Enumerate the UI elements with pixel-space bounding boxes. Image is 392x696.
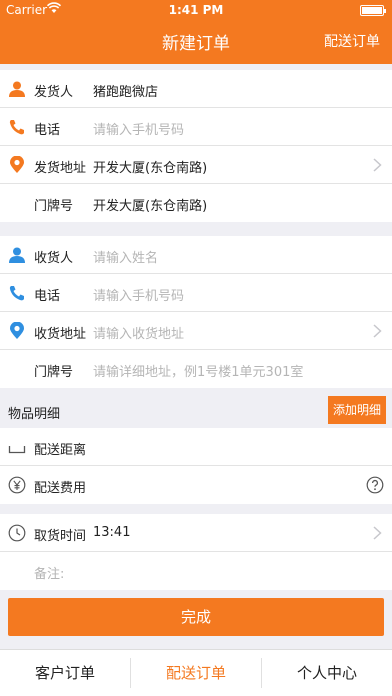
sender-address-row[interactable]: 发货地址 开发大厦(东仓南路) [0, 146, 392, 184]
receiver-phone-input[interactable]: 请输入手机号码 [93, 285, 184, 304]
person-icon [9, 81, 25, 97]
receiver-door-input[interactable]: 请输详细地址，例1号楼1单元301室 [93, 361, 303, 380]
sender-name-row[interactable]: 发货人 猪跑跑微店 [0, 70, 392, 108]
phone-icon [9, 286, 24, 301]
sender-phone-label: 电话 [34, 123, 61, 138]
receiver-door-label: 门牌号 [34, 365, 74, 380]
receiver-section: 收货人 请输入姓名 电话 请输入手机号码 收货地址 请输入收货地址 门牌号 请输… [0, 236, 392, 388]
ruler-icon [8, 446, 26, 454]
chevron-right-icon [373, 526, 382, 540]
sender-name-value[interactable]: 猪跑跑微店 [93, 81, 158, 100]
pickup-time-row[interactable]: 取货时间 13:41 [0, 514, 392, 552]
status-time: 1:41 PM [168, 3, 224, 17]
tab-delivery-orders[interactable]: 配送订单 [131, 650, 261, 696]
receiver-phone-row[interactable]: 电话 请输入手机号码 [0, 274, 392, 312]
chevron-right-icon [373, 324, 382, 338]
tab-personal-center[interactable]: 个人中心 [262, 650, 392, 696]
delivery-fee-label: 配送费用 [34, 481, 87, 496]
receiver-name-input[interactable]: 请输入姓名 [93, 247, 158, 266]
sender-name-label: 发货人 [34, 85, 74, 100]
status-bar: Carrier 1:41 PM [0, 0, 392, 20]
top-bar: Carrier 1:41 PM 新建订单 配送订单 [0, 0, 392, 64]
battery-icon [360, 5, 386, 16]
delivery-fee-row: 配送费用 [0, 466, 392, 504]
receiver-phone-label: 电话 [34, 289, 61, 304]
sender-address-value[interactable]: 开发大厦(东仓南路) [93, 157, 207, 176]
location-pin-icon [10, 322, 24, 339]
sender-section: 发货人 猪跑跑微店 电话 请输入手机号码 发货地址 开发大厦(东仓南路) 门牌号… [0, 70, 392, 222]
delivery-orders-nav-button[interactable]: 配送订单 [324, 31, 380, 51]
add-items-button[interactable]: 添加明细 [328, 396, 386, 424]
sender-phone-input[interactable]: 请输入手机号码 [93, 119, 184, 138]
items-title: 物品明细 [8, 407, 61, 422]
receiver-name-label: 收货人 [34, 251, 74, 266]
sender-door-value[interactable]: 开发大厦(东仓南路) [93, 195, 207, 214]
receiver-name-row[interactable]: 收货人 请输入姓名 [0, 236, 392, 274]
phone-icon [9, 120, 24, 135]
clock-icon [8, 524, 26, 542]
sender-door-row[interactable]: 门牌号 开发大厦(东仓南路) [0, 184, 392, 222]
note-row[interactable]: 备注: [0, 552, 392, 590]
sender-door-label: 门牌号 [34, 199, 74, 214]
delivery-distance-label: 配送距离 [34, 443, 87, 458]
pickup-section: 取货时间 13:41 备注: [0, 514, 392, 590]
tab-customer-orders[interactable]: 客户订单 [0, 650, 130, 696]
sender-address-label: 发货地址 [34, 161, 87, 176]
pickup-time-label: 取货时间 [34, 529, 87, 544]
pickup-time-value[interactable]: 13:41 [93, 525, 130, 540]
sender-phone-row[interactable]: 电话 请输入手机号码 [0, 108, 392, 146]
done-button[interactable]: 完成 [8, 598, 384, 636]
delivery-distance-row: 配送距离 [0, 428, 392, 466]
receiver-address-label: 收货地址 [34, 327, 87, 342]
note-input[interactable]: 备注: [34, 563, 64, 582]
delivery-section: 配送距离 配送费用 [0, 428, 392, 504]
tab-bar: 客户订单 配送订单 个人中心 [0, 649, 392, 696]
yen-icon [8, 476, 26, 494]
location-pin-icon [10, 156, 24, 173]
help-icon[interactable] [366, 476, 384, 494]
items-header: 物品明细 添加明细 [0, 394, 392, 426]
receiver-address-row[interactable]: 收货地址 请输入收货地址 [0, 312, 392, 350]
receiver-address-input[interactable]: 请输入收货地址 [93, 323, 184, 342]
receiver-door-row[interactable]: 门牌号 请输详细地址，例1号楼1单元301室 [0, 350, 392, 388]
person-icon [9, 247, 25, 263]
chevron-right-icon [373, 158, 382, 172]
